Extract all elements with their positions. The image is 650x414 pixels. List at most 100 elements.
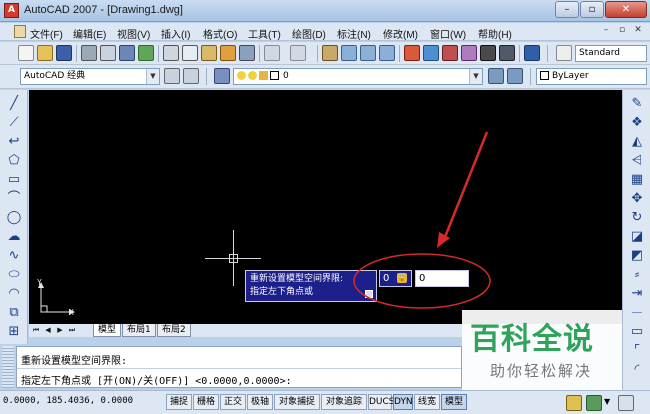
- coordinate-readout[interactable]: 0.0000, 185.4036, 0.0000: [3, 396, 133, 406]
- chamfer-icon[interactable]: ⌜: [629, 343, 645, 359]
- menu-modify[interactable]: 修改(M): [383, 26, 418, 41]
- mirror-icon[interactable]: ◭: [629, 134, 645, 150]
- doc-restore-button[interactable]: ▫: [616, 25, 628, 37]
- stretch-icon[interactable]: ◩: [629, 248, 645, 264]
- open-icon[interactable]: [37, 45, 53, 61]
- rectangle-icon[interactable]: ▭: [6, 172, 22, 188]
- communication-center-icon[interactable]: [586, 395, 602, 411]
- match-properties-icon[interactable]: [220, 45, 236, 61]
- block-editor-icon[interactable]: [239, 45, 255, 61]
- tab-layout1[interactable]: 布局1: [122, 324, 156, 337]
- undo-icon[interactable]: [264, 45, 280, 61]
- menu-tools[interactable]: 工具(T): [248, 26, 281, 41]
- dyn-toggle[interactable]: DYN: [393, 394, 413, 410]
- menu-help[interactable]: 帮助(H): [478, 26, 512, 41]
- text-style-icon[interactable]: [556, 45, 572, 61]
- tool-palettes-icon[interactable]: [442, 45, 458, 61]
- menu-draw[interactable]: 绘图(D): [292, 26, 326, 41]
- sheet-set-icon[interactable]: [461, 45, 477, 61]
- break-icon[interactable]: ⏤: [629, 305, 645, 321]
- command-window-grip[interactable]: [2, 346, 14, 388]
- markup-icon[interactable]: [480, 45, 496, 61]
- document-icon[interactable]: [14, 25, 26, 38]
- offset-icon[interactable]: ⩤: [629, 153, 645, 169]
- cut-icon[interactable]: [163, 45, 179, 61]
- tab-model[interactable]: 模型: [93, 324, 122, 337]
- command-window[interactable]: 重新设置模型空间界限: 指定左下角点或 [开(ON)/关(OFF)] <0.00…: [16, 346, 462, 388]
- drawing-canvas[interactable]: Y X 重新设置模型空间界限: 指定左下角点或 0 🔒 0: [29, 90, 622, 324]
- workspace-save-icon[interactable]: [183, 68, 199, 84]
- fillet-icon[interactable]: ◜: [629, 362, 645, 378]
- insert-block-icon[interactable]: ⧉: [6, 305, 22, 321]
- osnap-toggle[interactable]: 对象捕捉: [274, 394, 320, 410]
- color-select[interactable]: ByLayer: [536, 68, 647, 85]
- circle-icon[interactable]: ◯: [6, 210, 22, 226]
- ellipse-arc-icon[interactable]: ◠: [6, 286, 22, 302]
- menu-insert[interactable]: 插入(I): [161, 26, 190, 41]
- arc-icon[interactable]: ⌒: [6, 191, 22, 207]
- plot-icon[interactable]: [138, 45, 154, 61]
- menu-format[interactable]: 格式(O): [203, 26, 237, 41]
- ellipse-icon[interactable]: ⬭: [6, 267, 22, 283]
- zoom-realtime-icon[interactable]: [341, 45, 357, 61]
- zoom-window-icon[interactable]: [360, 45, 376, 61]
- layer-previous-icon[interactable]: [507, 68, 523, 84]
- erase-icon[interactable]: ✎: [629, 96, 645, 112]
- minimize-button[interactable]: –: [555, 1, 579, 18]
- menu-edit[interactable]: 编辑(E): [73, 26, 106, 41]
- layer-manager-icon[interactable]: [214, 68, 230, 84]
- tab-layout2[interactable]: 布局2: [157, 324, 191, 337]
- ducs-toggle[interactable]: DUCS: [368, 394, 395, 410]
- last-tab-icon[interactable]: ⏭: [67, 325, 77, 336]
- clean-screen-icon[interactable]: [618, 395, 634, 411]
- autocad-app-icon[interactable]: A: [4, 3, 19, 18]
- make-block-icon[interactable]: ⊞: [6, 324, 22, 340]
- copy-object-icon[interactable]: ❖: [629, 115, 645, 131]
- menu-view[interactable]: 视图(V): [117, 26, 150, 41]
- workspace-settings-icon[interactable]: [164, 68, 180, 84]
- redo-icon[interactable]: [290, 45, 306, 61]
- help-icon[interactable]: [524, 45, 540, 61]
- layer-select[interactable]: 0 ▼: [233, 68, 483, 85]
- polar-toggle[interactable]: 极轴: [247, 394, 273, 410]
- spline-icon[interactable]: ∿: [6, 248, 22, 264]
- polygon-icon[interactable]: ⬠: [6, 153, 22, 169]
- status-menu-icon[interactable]: ▼: [604, 397, 610, 406]
- first-tab-icon[interactable]: ⏮: [31, 325, 41, 336]
- otrack-toggle[interactable]: 对象追踪: [321, 394, 367, 410]
- pan-icon[interactable]: [322, 45, 338, 61]
- ortho-toggle[interactable]: 正交: [220, 394, 246, 410]
- grid-toggle[interactable]: 栅格: [193, 394, 219, 410]
- doc-minimize-button[interactable]: –: [600, 25, 612, 37]
- zoom-previous-icon[interactable]: [379, 45, 395, 61]
- revision-cloud-icon[interactable]: ☁: [6, 229, 22, 245]
- extend-icon[interactable]: ⇥: [629, 286, 645, 302]
- move-icon[interactable]: ✥: [629, 191, 645, 207]
- print-preview-icon[interactable]: [100, 45, 116, 61]
- trim-icon[interactable]: ⸗: [629, 267, 645, 283]
- make-object-layer-current-icon[interactable]: [488, 68, 504, 84]
- calculator-icon[interactable]: [499, 45, 515, 61]
- model-toggle[interactable]: 模型: [441, 394, 467, 410]
- menu-window[interactable]: 窗口(W): [430, 26, 466, 41]
- menu-file[interactable]: 文件(F): [30, 26, 63, 41]
- print-icon[interactable]: [81, 45, 97, 61]
- maximize-button[interactable]: ▫: [580, 1, 604, 18]
- line-icon[interactable]: ╱: [6, 96, 22, 112]
- menu-dimension[interactable]: 标注(N): [337, 26, 371, 41]
- next-tab-icon[interactable]: ▶: [55, 325, 65, 336]
- prev-tab-icon[interactable]: ◀: [43, 325, 53, 336]
- toolbar-lock-icon[interactable]: [566, 395, 582, 411]
- paste-icon[interactable]: [201, 45, 217, 61]
- close-button[interactable]: ✕: [605, 1, 647, 18]
- snap-toggle[interactable]: 捕捉: [166, 394, 192, 410]
- construction-line-icon[interactable]: ⟋: [6, 115, 22, 131]
- new-icon[interactable]: [18, 45, 34, 61]
- doc-close-button[interactable]: ✕: [632, 25, 644, 37]
- workspace-select[interactable]: AutoCAD 经典 ▼: [20, 68, 160, 85]
- copy-icon[interactable]: [182, 45, 198, 61]
- publish-icon[interactable]: [119, 45, 135, 61]
- array-icon[interactable]: ▦: [629, 172, 645, 188]
- join-icon[interactable]: ▭: [629, 324, 645, 340]
- text-style-select[interactable]: Standard: [575, 45, 647, 62]
